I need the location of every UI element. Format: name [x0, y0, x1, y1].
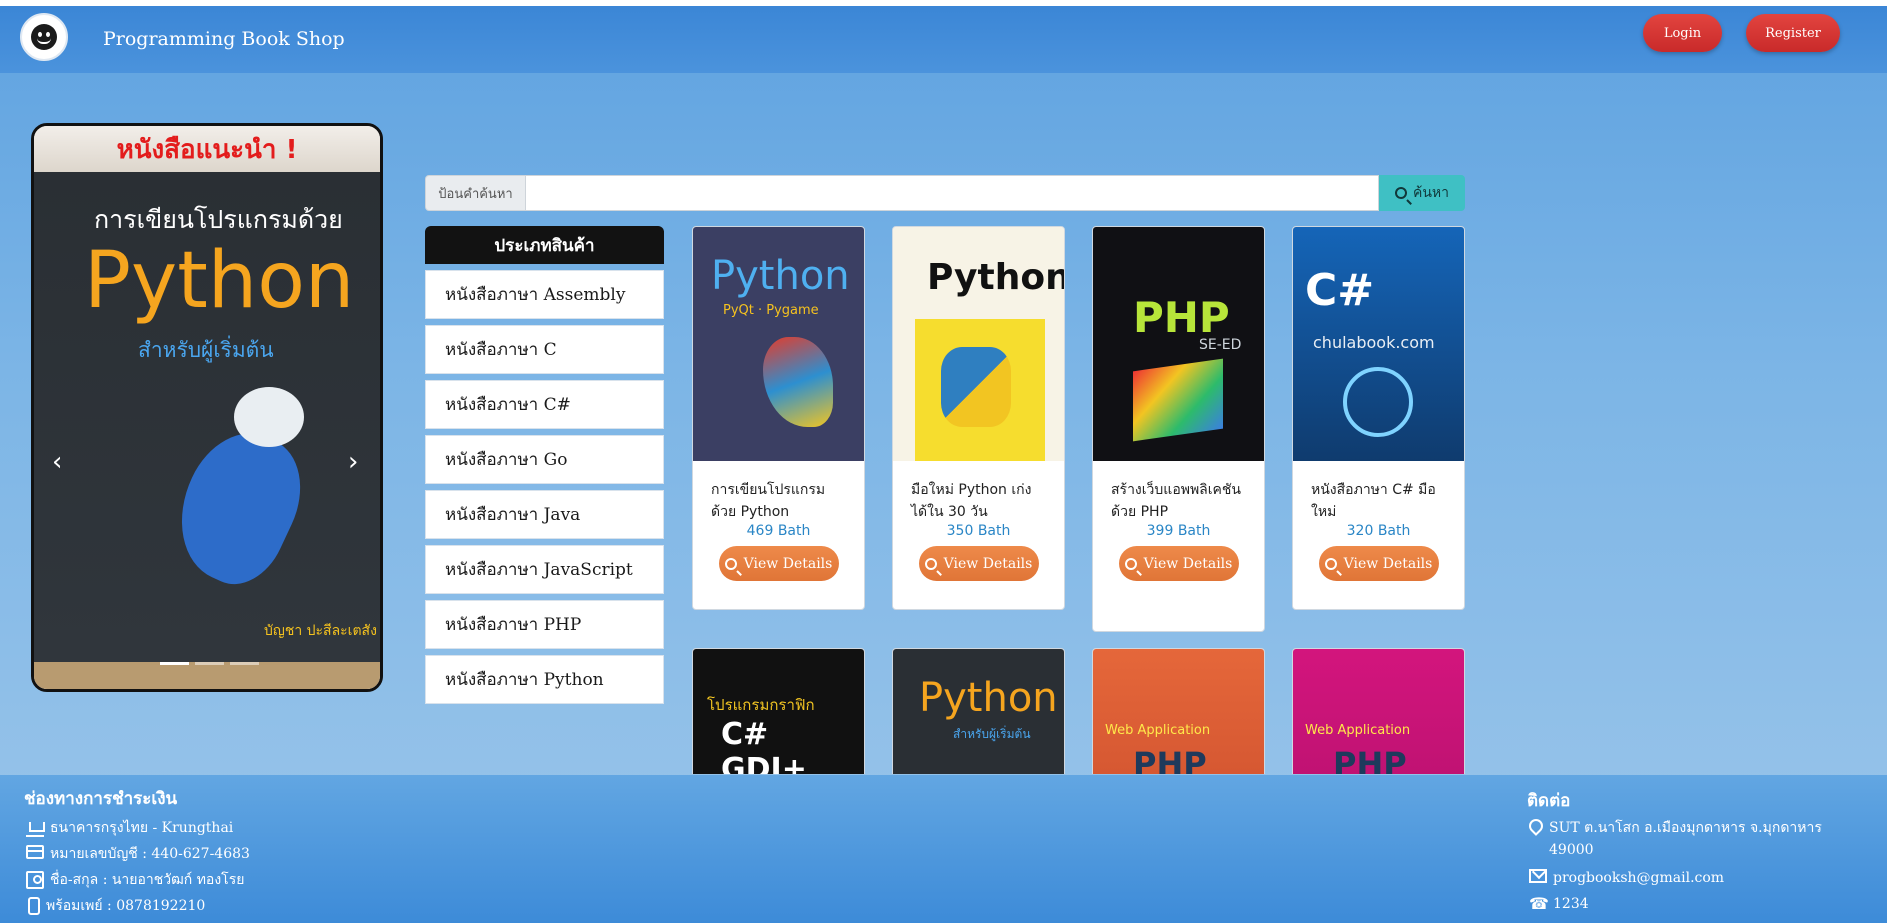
bank-row: ธนาคารกรุงไทย - Krungthai — [26, 817, 233, 839]
product-cover-image[interactable]: Python สำหรับผู้เริ่มต้น — [893, 649, 1064, 774]
product-price: 399 Bath — [1146, 523, 1211, 539]
product-card: Web Application PHP — [1092, 648, 1265, 774]
view-details-button[interactable]: View Details — [718, 546, 839, 581]
location-pin-icon — [1526, 816, 1546, 836]
credit-card-icon — [26, 845, 44, 859]
account-row: หมายเลขบัญชี : 440-627-4683 — [26, 843, 250, 865]
phone-icon: ☎ — [1529, 894, 1549, 913]
search-bar: ป้อนคำค้นหา ค้นหา — [425, 175, 1465, 211]
payment-title: ช่องทางการชำระเงิน — [24, 789, 178, 809]
mobile-phone-icon — [28, 897, 40, 915]
search-prefix-label: ป้อนคำค้นหา — [425, 175, 526, 211]
brand-title[interactable]: Programming Book Shop — [103, 28, 345, 50]
search-input[interactable] — [526, 175, 1379, 211]
carousel-indicator-2[interactable] — [195, 662, 224, 665]
product-card: Web Application PHP — [1292, 648, 1465, 774]
account-name-row: ชื่อ-สกุล : นายอาชวัฒก์ ทองโรย — [26, 869, 244, 891]
product-name[interactable]: หนังสือภาษา C# มือใหม่ — [1293, 461, 1464, 523]
address-row: SUT ต.นาโสก อ.เมืองมุกดาหาร จ.มุกดาหาร 4… — [1526, 816, 1829, 861]
product-cover-image[interactable]: Web Application PHP — [1093, 649, 1264, 774]
product-cover-image[interactable]: Python PyQt · Pygame — [693, 227, 864, 461]
product-card: C# chulabook.com หนังสือภาษา C# มือใหม่ … — [1292, 226, 1465, 610]
promptpay-row: พร้อมเพย์ : 0878192210 — [28, 895, 205, 917]
product-cover-image[interactable]: C# chulabook.com — [1293, 227, 1464, 461]
phone-row: ☎ 1234 — [1529, 894, 1589, 913]
logo-icon[interactable] — [20, 13, 68, 61]
product-price: 469 Bath — [746, 523, 811, 539]
product-price: 350 Bath — [946, 523, 1011, 539]
cover-title-line1: การเขียนโปรแกรมด้วย — [94, 205, 343, 234]
parrot-illustration — [157, 387, 324, 599]
product-cover-image[interactable]: PHP SE-ED — [1093, 227, 1264, 461]
search-icon — [924, 557, 937, 570]
product-name[interactable]: มือใหม่ Python เก่งได้ใน 30 วัน — [893, 461, 1064, 523]
category-list-title: ประเภทสินค้า — [425, 226, 664, 264]
search-icon — [1324, 557, 1337, 570]
view-details-button[interactable]: View Details — [1118, 546, 1239, 581]
product-card: Python สำหรับผู้เริ่มต้น — [892, 648, 1065, 774]
product-name[interactable]: การเขียนโปรแกรมด้วย Python — [693, 461, 864, 523]
carousel-footer-strip — [34, 662, 380, 689]
person-badge-icon — [26, 871, 44, 889]
email-row: progbooksh@gmail.com — [1529, 867, 1724, 889]
search-icon — [724, 557, 737, 570]
search-button-label: ค้นหา — [1412, 185, 1450, 201]
recommended-book-carousel: หนังสือแนะนำ ! การเขียนโปรแกรมด้วย Pytho… — [31, 123, 383, 692]
carousel-prev-icon[interactable]: ‹ — [52, 447, 62, 477]
product-grid: Python PyQt · Pygame การเขียนโปรแกรมด้วย… — [692, 226, 1467, 774]
product-cover-image[interactable]: โปรแกรมกราฟิก C# GDI+ — [693, 649, 864, 774]
category-item-javascript[interactable]: หนังสือภาษา JavaScript — [425, 545, 664, 594]
carousel-next-icon[interactable]: › — [348, 447, 358, 477]
cart-icon — [26, 819, 45, 837]
carousel-indicator-1[interactable] — [160, 662, 189, 665]
search-icon — [1394, 187, 1407, 199]
category-item-php[interactable]: หนังสือภาษา PHP — [425, 600, 664, 649]
category-item-assembly[interactable]: หนังสือภาษา Assembly — [425, 270, 664, 319]
category-item-c[interactable]: หนังสือภาษา C — [425, 325, 664, 374]
product-card: Python มือใหม่ Python เก่งได้ใน 30 วัน 3… — [892, 226, 1065, 610]
category-item-go[interactable]: หนังสือภาษา Go — [425, 435, 664, 484]
carousel-slide-image[interactable]: การเขียนโปรแกรมด้วย Python สำหรับผู้เริ่… — [34, 172, 380, 662]
footer: ช่องทางการชำระเงิน ธนาคารกรุงไทย - Krung… — [0, 775, 1887, 923]
product-cover-image[interactable]: Web Application PHP — [1293, 649, 1464, 774]
product-card: PHP SE-ED สร้างเว็บแอพพลิเคชันด้วย PHP 3… — [1092, 226, 1265, 632]
product-cover-image[interactable]: Python — [893, 227, 1064, 461]
cover-author: บัญชา ปะสีละเตสัง — [264, 623, 377, 639]
product-name[interactable]: สร้างเว็บแอพพลิเคชันด้วย PHP — [1093, 461, 1264, 523]
cover-subtitle: สำหรับผู้เริ่มต้น — [138, 338, 274, 362]
carousel-indicators — [160, 662, 259, 665]
contact-title: ติดต่อ — [1527, 791, 1571, 811]
category-item-python[interactable]: หนังสือภาษา Python — [425, 655, 664, 704]
search-button[interactable]: ค้นหา — [1379, 175, 1465, 211]
search-icon — [1124, 557, 1137, 570]
category-list: ประเภทสินค้า หนังสือภาษา Assembly หนังสื… — [425, 226, 664, 704]
cover-title-line2: Python — [84, 236, 355, 326]
login-button[interactable]: Login — [1643, 14, 1722, 52]
category-item-java[interactable]: หนังสือภาษา Java — [425, 490, 664, 539]
category-item-csharp[interactable]: หนังสือภาษา C# — [425, 380, 664, 429]
product-card: Python PyQt · Pygame การเขียนโปรแกรมด้วย… — [692, 226, 865, 610]
register-button[interactable]: Register — [1746, 14, 1840, 52]
view-details-button[interactable]: View Details — [1318, 546, 1439, 581]
carousel-indicator-3[interactable] — [230, 662, 259, 665]
product-price: 320 Bath — [1346, 523, 1411, 539]
carousel-title: หนังสือแนะนำ ! — [34, 126, 380, 172]
mail-icon — [1529, 869, 1547, 883]
product-card: โปรแกรมกราฟิก C# GDI+ — [692, 648, 865, 774]
navbar: Programming Book Shop Login Register — [0, 6, 1887, 73]
view-details-button[interactable]: View Details — [918, 546, 1039, 581]
